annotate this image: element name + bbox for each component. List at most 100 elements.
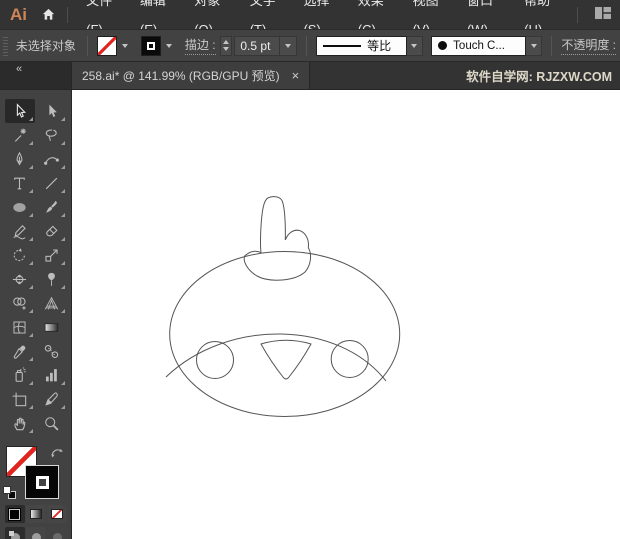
tab-close-icon[interactable]: × [292,69,300,82]
paintbrush-icon [46,200,57,213]
eyedropper-tool[interactable] [5,339,35,363]
draw-behind-button[interactable] [25,527,46,539]
blend-icon [44,344,59,358]
type-tool[interactable] [5,171,35,195]
brush-select[interactable]: Touch C... [431,35,526,56]
width-tool[interactable] [5,267,35,291]
fill-color-swatch[interactable] [96,35,117,56]
none-swatch-icon [50,509,63,519]
fill-color-dropdown[interactable] [117,36,133,56]
slice-tool[interactable] [37,387,67,411]
artboard-tool[interactable] [5,387,35,411]
ellipse-tool[interactable] [5,195,35,219]
line-segment-tool[interactable] [37,171,67,195]
stroke-profile-preview [323,44,362,47]
bar-chart-icon [45,368,57,381]
draw-behind-icon [30,531,41,539]
watermark-text: 软件自学网: RJZXW.COM [466,70,612,84]
lasso-tool[interactable] [37,123,67,147]
scale-icon [45,248,58,262]
chevron-down-icon [530,43,537,48]
chevron-down-icon [165,43,172,48]
brush-value: Touch C... [453,39,505,52]
symbol-sprayer-tool[interactable] [5,363,35,387]
eyedropper-icon [13,345,26,359]
magic-wand-tool[interactable] [5,123,35,147]
pencil-tool[interactable] [5,219,35,243]
mesh-tool[interactable] [5,315,35,339]
stroke-weight-label[interactable]: 描边 : [184,36,216,55]
magic-wand-icon [14,128,26,142]
pen-tool[interactable] [5,147,35,171]
width-icon [12,274,27,284]
pencil-icon [13,224,26,239]
chevron-down-icon [411,43,418,48]
ellipse-icon [13,202,26,212]
direct-selection-tool[interactable] [37,99,67,123]
default-fill-stroke-button[interactable] [3,486,16,499]
gradient-tool[interactable] [37,315,67,339]
width-profile-dropdown[interactable] [406,35,424,56]
stroke-color-swatch[interactable] [140,35,161,56]
swap-fill-stroke-button[interactable] [50,446,64,464]
hand-tool[interactable] [5,411,35,435]
menu-separator [67,6,69,23]
hand-icon [14,417,26,430]
selection-status: 未选择对象 [15,39,76,53]
stroke-weight-stepper[interactable] [219,35,233,56]
blend-tool[interactable] [37,339,67,363]
puppet-warp-tool[interactable] [37,267,67,291]
document-tab[interactable]: 258.ai* @ 141.99% (RGB/GPU 预览) × [72,62,311,89]
paintbrush-tool[interactable] [37,195,67,219]
rotate-icon [13,247,25,261]
artboard-icon [12,392,27,406]
tools-panel [0,90,72,539]
toolbar-collapse-button[interactable]: « [0,62,72,89]
rotate-tool[interactable] [5,243,35,267]
panel-grip[interactable] [3,35,8,56]
direct-selection-arrow-icon [49,104,57,117]
eraser-tool[interactable] [37,219,67,243]
perspective-grid-icon [44,296,59,310]
stroke-weight-dropdown[interactable] [280,35,298,56]
fill-stroke-indicator [0,443,71,503]
selection-tool[interactable] [4,99,35,123]
column-graph-tool[interactable] [37,363,67,387]
collapse-double-arrow-icon: « [16,63,23,75]
stroke-color-dropdown[interactable] [161,36,177,56]
brush-dropdown[interactable] [525,35,543,56]
pen-icon [16,151,23,165]
mesh-icon [13,320,26,334]
control-separator [86,35,88,56]
paint-mode-row [0,505,71,523]
gradient-button[interactable] [25,505,46,523]
gradient-swatch-icon [29,509,42,519]
none-button[interactable] [46,505,67,523]
drawing-mode-row [0,527,71,539]
curvature-tool[interactable] [37,147,67,171]
selection-arrow-icon [16,102,26,118]
home-icon [42,8,54,20]
artboard-canvas[interactable] [72,90,620,539]
scale-tool[interactable] [37,243,67,267]
stroke-weight-input[interactable]: 0.5 pt [234,35,281,56]
zoom-tool[interactable] [37,411,67,435]
shape-builder-tool[interactable] [5,291,35,315]
perspective-grid-tool[interactable] [37,291,67,315]
swap-arrows-icon [51,448,63,458]
draw-normal-icon [9,530,20,539]
gradient-icon [44,322,59,332]
draw-normal-button[interactable] [4,527,25,539]
chevron-down-icon [121,43,128,48]
workspace-switcher-button[interactable] [586,6,620,23]
home-button[interactable] [37,7,59,22]
width-profile-select[interactable]: 等比 [316,35,407,56]
curvature-icon [44,156,59,165]
draw-inside-button[interactable] [46,527,67,539]
opacity-label[interactable]: 不透明度 : [561,36,617,55]
stroke-black-swatch[interactable] [25,465,59,499]
spray-can-icon [15,366,26,382]
color-button[interactable] [4,505,25,523]
chevron-down-icon [285,43,292,48]
illustrator-window: Ai 文件(F) 编辑(E) 对象(O) 文字(T) 选择(S) 效果(C) 视… [0,0,620,539]
